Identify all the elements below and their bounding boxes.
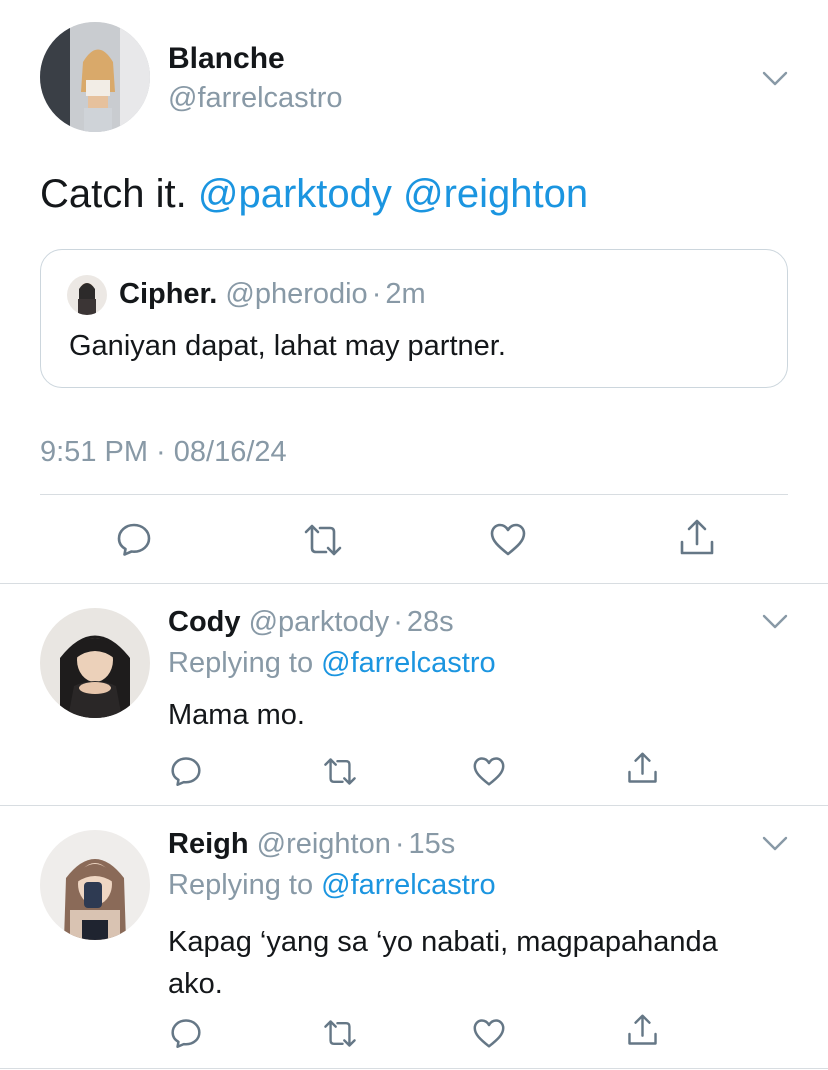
reply-text: Mama mo.	[168, 699, 305, 731]
handle[interactable]: @reighton	[257, 828, 391, 860]
display-name[interactable]: Reigh	[168, 828, 249, 860]
reply-icon[interactable]	[170, 755, 202, 787]
separator: ·	[394, 828, 405, 860]
quoted-tweet-card[interactable]: Cipher. @pherodio · 2m Ganiyan dapat, laha…	[40, 249, 788, 388]
replying-to: Replying to @farrelcastro	[168, 869, 496, 902]
handle[interactable]: @farrelcastro	[168, 82, 342, 115]
avatar[interactable]	[40, 22, 150, 132]
reply-text-line: ako.	[168, 968, 223, 1000]
share-icon[interactable]	[626, 751, 659, 786]
quoted-time: 2m	[385, 278, 426, 310]
share-icon[interactable]	[678, 518, 716, 558]
like-icon[interactable]	[489, 521, 527, 557]
separator: ·	[371, 278, 382, 310]
quoted-avatar	[67, 275, 107, 315]
replying-to: Replying to @farrelcastro	[168, 647, 496, 680]
retweet-icon[interactable]	[302, 522, 344, 558]
divider	[40, 494, 788, 495]
separator: ·	[393, 606, 403, 638]
display-name[interactable]: Cody	[168, 606, 241, 638]
tweet-text-body: Catch it.	[40, 172, 198, 216]
divider	[0, 583, 828, 584]
reply-text-line: Kapag ‘yang sa ‘yo nabati, magpapahanda	[168, 926, 718, 958]
reply-header: Cody @parktody · 28s	[168, 606, 454, 639]
mention-link[interactable]: @parktody	[198, 172, 392, 216]
reply-icon[interactable]	[116, 521, 152, 557]
avatar[interactable]	[40, 608, 150, 718]
quoted-text: Ganiyan dapat, lahat may partner.	[69, 330, 506, 362]
handle[interactable]: @parktody	[249, 606, 390, 638]
quoted-handle: @pherodio	[225, 278, 368, 310]
retweet-icon[interactable]	[322, 756, 358, 787]
chevron-down-icon[interactable]	[762, 836, 788, 852]
replying-to-label: Replying to	[168, 869, 322, 901]
share-icon[interactable]	[626, 1013, 659, 1048]
avatar[interactable]	[40, 830, 150, 940]
divider	[0, 1068, 828, 1069]
like-icon[interactable]	[472, 755, 506, 787]
chevron-down-icon[interactable]	[762, 614, 788, 630]
reply-icon[interactable]	[170, 1017, 202, 1049]
reply-header: Reigh @reighton · 15s	[168, 828, 455, 861]
tweet-text: Catch it. @parktody @reighton	[40, 172, 588, 217]
replying-to-handle[interactable]: @farrelcastro	[321, 647, 495, 679]
chevron-down-icon[interactable]	[762, 71, 788, 87]
replying-to-label: Replying to	[168, 647, 322, 679]
divider	[0, 805, 828, 806]
display-name[interactable]: Blanche	[168, 42, 285, 76]
quoted-display-name: Cipher.	[119, 278, 218, 310]
tweet-timestamp[interactable]: 9:51 PM · 08/16/24	[40, 436, 287, 469]
replying-to-handle[interactable]: @farrelcastro	[321, 869, 495, 901]
reply-text: Kapag ‘yang sa ‘yo nabati, magpapahanda …	[168, 921, 718, 1005]
mention-link[interactable]: @reighton	[403, 172, 588, 216]
retweet-icon[interactable]	[322, 1018, 358, 1049]
reply-time[interactable]: 15s	[409, 828, 456, 860]
quoted-header: Cipher. @pherodio · 2m	[119, 278, 426, 311]
like-icon[interactable]	[472, 1017, 506, 1049]
reply-time[interactable]: 28s	[407, 606, 454, 638]
